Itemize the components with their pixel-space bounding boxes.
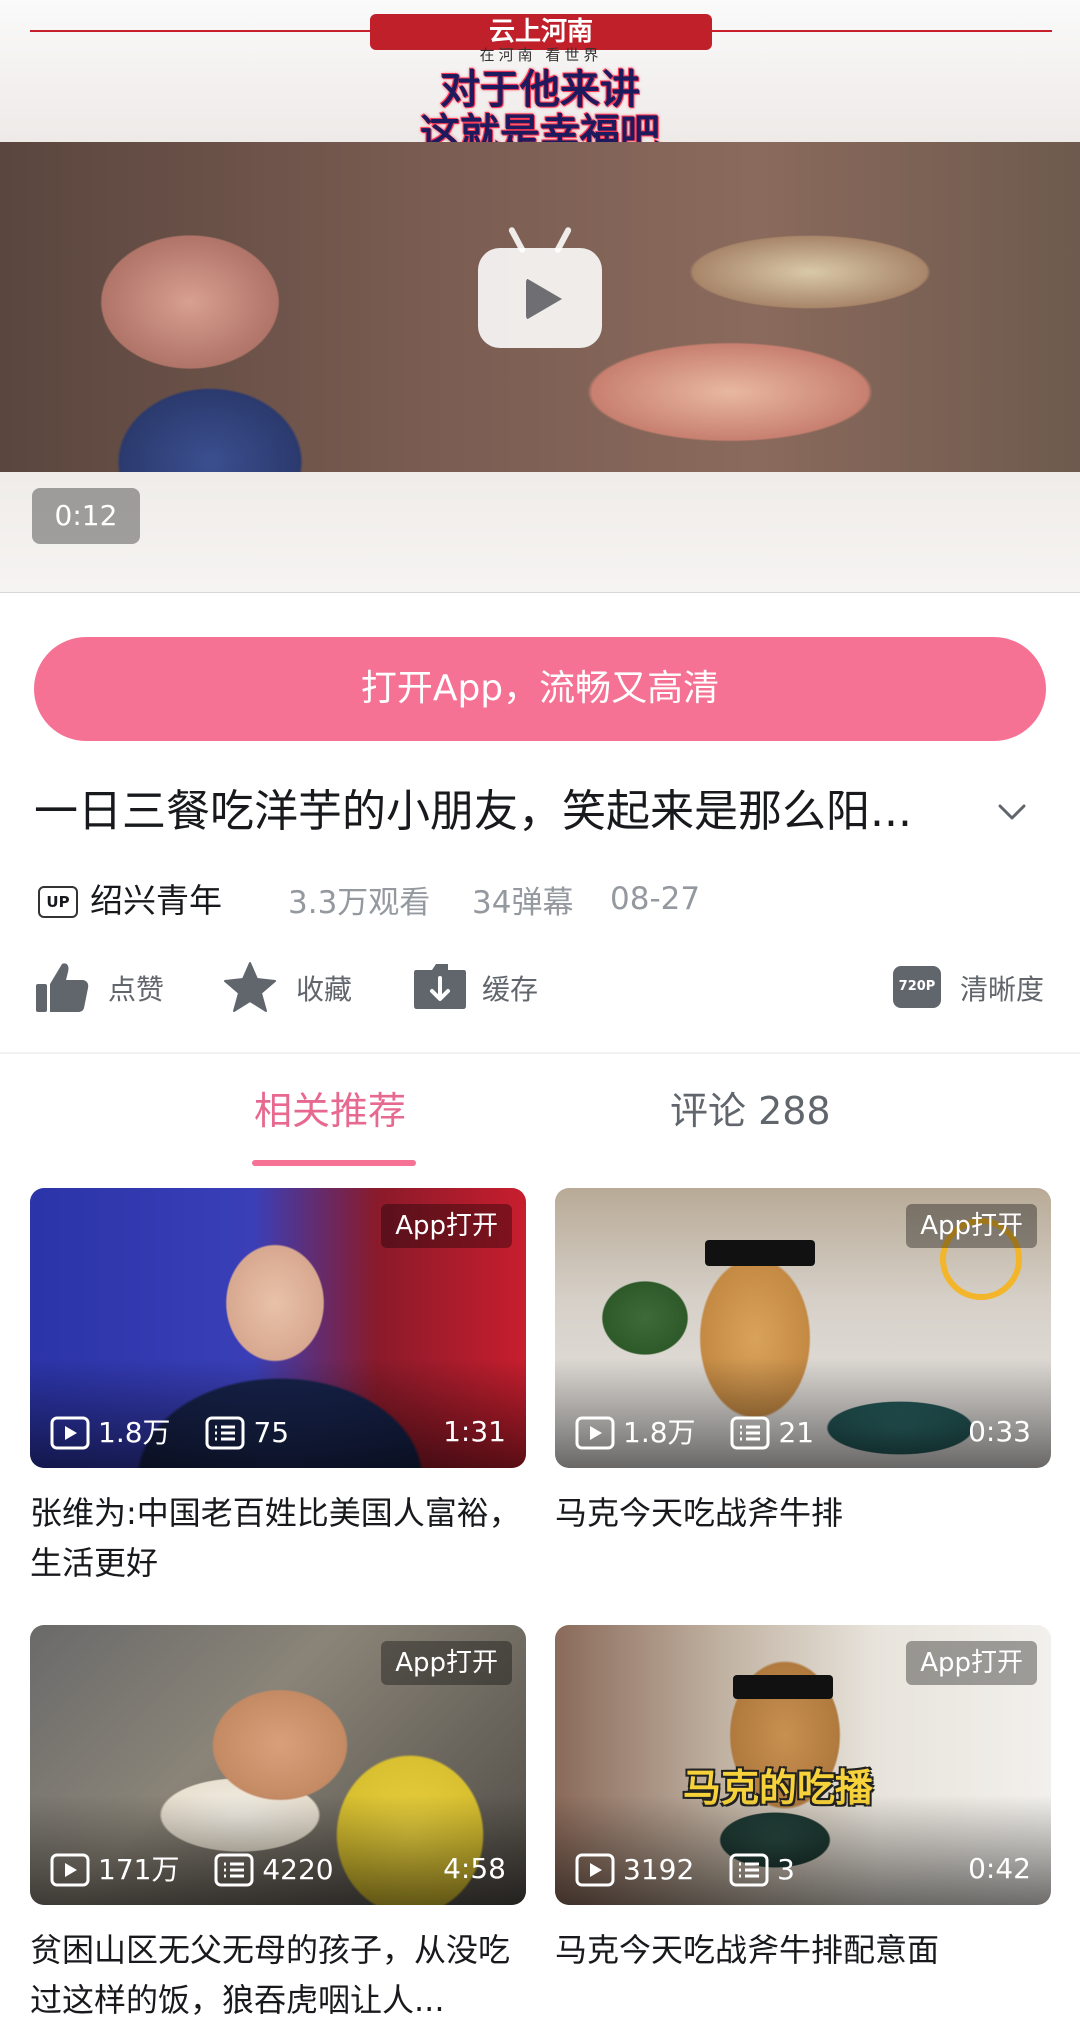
brand-tagline: 在河南 看世界 bbox=[479, 46, 603, 64]
danmaku-count: 21 bbox=[778, 1416, 815, 1449]
cache-label: 缓存 bbox=[482, 973, 539, 1006]
danmaku-icon bbox=[730, 1416, 770, 1450]
star-icon bbox=[224, 962, 276, 1012]
danmaku-count: 34弹幕 bbox=[472, 885, 574, 921]
video-duration: 1:31 bbox=[443, 1415, 506, 1448]
play-button[interactable] bbox=[478, 226, 602, 348]
author-name[interactable]: 绍兴青年 bbox=[90, 878, 222, 924]
video-duration: 4:58 bbox=[443, 1852, 506, 1885]
like-label: 点赞 bbox=[108, 973, 165, 1006]
video-frame-bottom bbox=[0, 472, 1080, 592]
video-title: 贫困山区无父无母的孩子，从没吃过这样的饭，狼吞虎咽让人... bbox=[30, 1931, 511, 2019]
quality-badge[interactable]: 720P bbox=[893, 966, 941, 1008]
danmaku-count: 3 bbox=[777, 1853, 795, 1886]
video-duration: 0:33 bbox=[968, 1415, 1031, 1448]
play-count: 171万 bbox=[98, 1853, 180, 1886]
headline-line-1: 对于他来讲 bbox=[440, 67, 640, 113]
related-video-card[interactable]: App打开 1.8万 75 1:31 张维为:中国老百姓比美国人富裕，生活更好 bbox=[30, 1188, 526, 1588]
open-app-button[interactable]: 打开App，流畅又高清 bbox=[34, 637, 1046, 741]
chevron-down-icon[interactable] bbox=[996, 796, 1028, 828]
play-count-icon bbox=[575, 1416, 615, 1450]
play-icon bbox=[526, 278, 562, 320]
thumbs-up-icon bbox=[36, 963, 89, 1012]
tab-related[interactable]: 相关推荐 bbox=[254, 1084, 406, 1138]
video-thumbnail: App打开 1.8万 21 0:33 bbox=[555, 1188, 1051, 1468]
video-thumbnail: App打开 1.8万 75 1:31 bbox=[30, 1188, 526, 1468]
app-open-badge[interactable]: App打开 bbox=[381, 1204, 512, 1248]
banner-line-left bbox=[30, 30, 370, 32]
related-video-card[interactable]: 马克的吃播 App打开 3192 3 0:42 马克今天吃战斧牛排配意面 bbox=[555, 1625, 1051, 2025]
danmaku-icon bbox=[729, 1853, 769, 1887]
tab-active-indicator bbox=[252, 1160, 416, 1166]
danmaku-count: 4220 bbox=[262, 1853, 334, 1886]
video-stats: 3192 3 0:42 bbox=[575, 1849, 1031, 1889]
app-open-badge[interactable]: App打开 bbox=[381, 1641, 512, 1685]
favorite-label: 收藏 bbox=[296, 973, 353, 1006]
play-count: 1.8万 bbox=[98, 1416, 171, 1449]
play-count-icon bbox=[50, 1416, 90, 1450]
download-icon bbox=[414, 964, 466, 1009]
publish-date: 08-27 bbox=[610, 881, 701, 917]
play-count: 1.8万 bbox=[623, 1416, 696, 1449]
danmaku-icon bbox=[205, 1416, 245, 1450]
video-title: 马克今天吃战斧牛排配意面 bbox=[555, 1931, 940, 1969]
video-duration: 0:42 bbox=[968, 1852, 1031, 1885]
play-count-icon bbox=[575, 1853, 615, 1887]
app-open-badge[interactable]: App打开 bbox=[906, 1204, 1037, 1248]
danmaku-count: 75 bbox=[253, 1416, 290, 1449]
play-count-icon bbox=[50, 1853, 90, 1887]
up-badge: UP bbox=[38, 886, 78, 918]
video-thumbnail: 马克的吃播 App打开 3192 3 0:42 bbox=[555, 1625, 1051, 1905]
favorite-button[interactable]: 收藏 bbox=[222, 960, 372, 1020]
video-player[interactable]: 云上河南 在河南 看世界 对于他来讲 这就是幸福吧 0:12 bbox=[0, 0, 1080, 593]
banner-line-right bbox=[712, 30, 1052, 32]
related-video-card[interactable]: App打开 1.8万 21 0:33 马克今天吃战斧牛排 bbox=[555, 1188, 1051, 1588]
section-divider bbox=[0, 1052, 1080, 1054]
related-video-card[interactable]: App打开 171万 4220 4:58 贫困山区无父无母的孩子，从没吃过这样的… bbox=[30, 1625, 526, 2025]
video-title: 一日三餐吃洋芋的小朋友，笑起来是那么阳... bbox=[34, 786, 912, 837]
danmaku-icon bbox=[214, 1853, 254, 1887]
sunglasses bbox=[705, 1240, 815, 1266]
tab-comments[interactable]: 评论 288 bbox=[670, 1084, 831, 1138]
video-stats: 171万 4220 4:58 bbox=[50, 1849, 506, 1889]
view-count: 3.3万观看 bbox=[288, 885, 431, 921]
cache-button[interactable]: 缓存 bbox=[412, 960, 562, 1020]
like-button[interactable]: 点赞 bbox=[34, 960, 184, 1020]
video-stats: 1.8万 21 0:33 bbox=[575, 1412, 1031, 1452]
app-open-badge[interactable]: App打开 bbox=[906, 1641, 1037, 1685]
play-count: 3192 bbox=[623, 1853, 695, 1886]
quality-label[interactable]: 清晰度 bbox=[960, 972, 1044, 1008]
sunglasses bbox=[733, 1675, 833, 1699]
video-title: 马克今天吃战斧牛排 bbox=[555, 1494, 844, 1532]
video-duration: 0:12 bbox=[32, 488, 140, 544]
video-thumbnail: App打开 171万 4220 4:58 bbox=[30, 1625, 526, 1905]
video-title: 张维为:中国老百姓比美国人富裕，生活更好 bbox=[30, 1494, 521, 1582]
video-stats: 1.8万 75 1:31 bbox=[50, 1412, 506, 1452]
